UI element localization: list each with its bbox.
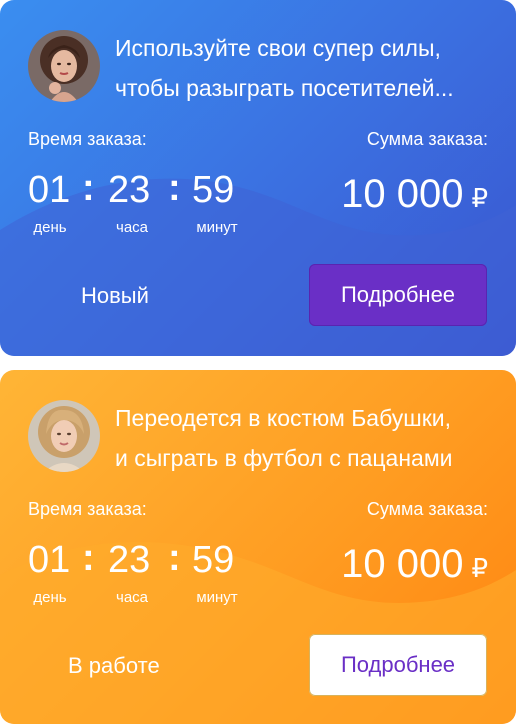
order-title-line-2: и сыграть в футбол с пацанами [115,445,453,471]
timer-hours: 23 [108,169,151,211]
order-time-label: Время заказа: [28,499,147,519]
order-sum-label: Сумма заказа: [366,499,488,519]
timer-minutes-label: минут [196,219,238,236]
order-title: Используйте свои супер силы, чтобы разыг… [115,28,496,108]
order-title-line-1: Используйте свои супер силы, [115,35,441,61]
timer-separator: : [82,167,95,209]
timer-days: 01 [28,169,71,211]
timer-days: 01 [28,539,71,581]
order-sum-label: Сумма заказа: [366,129,488,149]
timer-minutes: 59 [192,169,235,211]
timer-separator: : [82,537,95,579]
timer-days-label: день [33,589,67,606]
avatar [28,30,100,102]
timer-hours-label: часа [116,589,148,606]
details-button[interactable]: Подробнее [309,634,487,696]
order-status: Новый [81,283,149,308]
order-title-line-1: Переодется в костюм Бабушки, [115,405,452,431]
order-amount: 10 000 ₽ [341,170,488,222]
avatar [28,400,100,472]
order-amount-value: 10 000 [341,542,464,586]
order-time-label: Время заказа: [28,129,147,149]
order-timer: 01 : 23 : 59 день часа минут [28,168,268,240]
ruble-icon: ₽ [471,183,488,213]
timer-days-label: день [33,219,67,236]
timer-separator: : [168,537,181,579]
timer-separator: : [168,167,181,209]
order-timer: 01 : 23 : 59 день часа минут [28,538,268,610]
order-title: Переодется в костюм Бабушки, и сыграть в… [115,398,496,478]
order-title-line-2: чтобы разыграть посетителей... [115,75,454,101]
order-status: В работе [68,653,160,678]
avatar-woman-blonde-hair [28,400,100,472]
order-amount-value: 10 000 [341,172,464,216]
details-button[interactable]: Подробнее [309,264,487,326]
avatar-woman-dark-hair [28,30,100,102]
timer-hours-label: часа [116,219,148,236]
timer-minutes-label: минут [196,589,238,606]
order-amount: 10 000 ₽ [341,540,488,592]
timer-minutes: 59 [192,539,235,581]
order-card-2: Переодется в костюм Бабушки, и сыграть в… [0,370,516,724]
timer-hours: 23 [108,539,151,581]
order-card-1: Используйте свои супер силы, чтобы разыг… [0,0,516,356]
ruble-icon: ₽ [471,553,488,583]
